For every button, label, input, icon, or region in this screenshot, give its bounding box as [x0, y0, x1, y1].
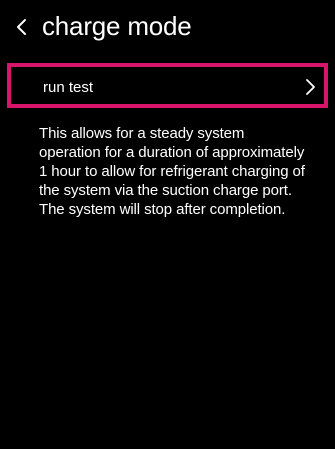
description-line: The system will stop after completion. [39, 201, 286, 218]
back-button[interactable] [14, 18, 30, 36]
run-test-button[interactable]: run test [7, 63, 328, 108]
page-title: charge mode [42, 11, 192, 41]
description-line: the system via the suction charge port. [39, 182, 292, 199]
description-line: This allows for a steady system [39, 125, 245, 142]
charge-mode-screen: charge mode run test This allows for a s… [0, 0, 335, 449]
description-line: operation for a duration of approximatel… [39, 144, 305, 161]
description-line: 1 hour to allow for refrigerant charging… [39, 163, 305, 180]
run-test-label: run test [43, 79, 94, 96]
chevron-right-icon [304, 77, 316, 97]
header: charge mode [0, 0, 335, 56]
description-text: This allows for a steady system operatio… [39, 124, 333, 219]
chevron-left-icon [14, 18, 30, 36]
